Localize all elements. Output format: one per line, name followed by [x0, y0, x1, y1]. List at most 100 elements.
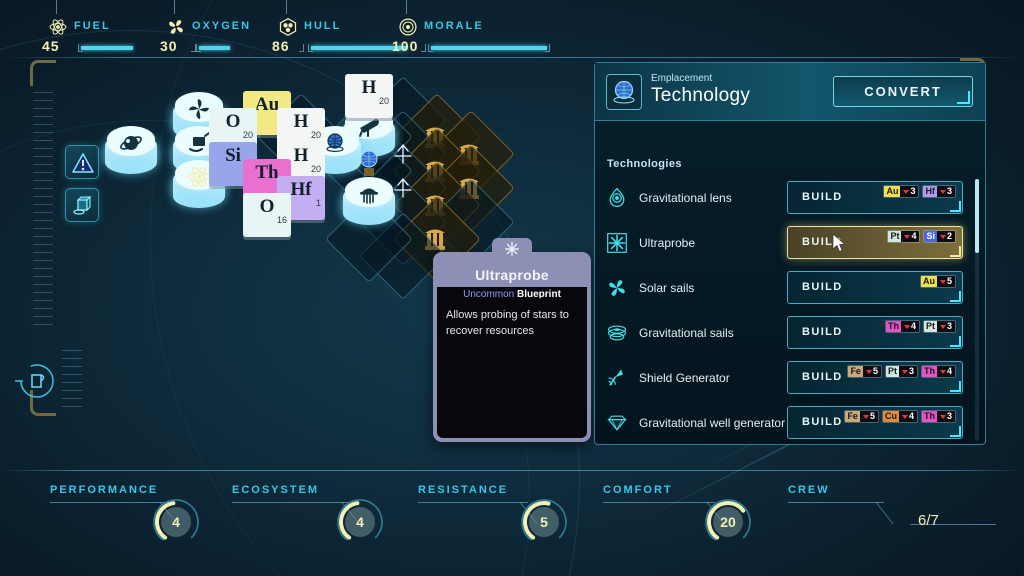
cost-list: Th 4 Pt 3 [836, 320, 956, 333]
pinwheel-icon [609, 279, 625, 296]
planet-node[interactable] [356, 149, 382, 179]
resource-stack[interactable] [105, 126, 157, 180]
resource-tick [56, 0, 57, 14]
cost-list: Fe 5 Pt 3 Th 4 [836, 365, 956, 378]
cost-down-arrow-icon [904, 234, 911, 239]
technology-panel: Emplacement Technology CONVERT Technolog… [594, 62, 986, 445]
cost-down-arrow-icon [903, 324, 910, 329]
cost-badge-Pt: Pt 4 [887, 230, 921, 243]
build-button-4[interactable]: BUILD Fe 5 Pt 3 Th 4 [787, 361, 963, 394]
resource-stack[interactable] [343, 177, 395, 231]
module-icon [73, 195, 92, 215]
technology-row[interactable]: Ultraprobe BUILD Pt 4 Si 2 [595, 220, 985, 265]
cost-list: Pt 4 Si 2 [836, 230, 956, 243]
cost-down-arrow-icon [939, 234, 946, 239]
resource-value-fuel: 45 [42, 38, 60, 54]
module-button[interactable] [65, 188, 99, 222]
cost-badge-Au: Au 3 [883, 185, 920, 198]
ripple-disc-icon [607, 324, 627, 340]
build-button-1[interactable]: BUILD Pt 4 Si 2 [787, 226, 963, 259]
stat-dial-comfort: 20 [700, 494, 756, 550]
bottom-stats-bar: PERFORMANCE 4 ECOSYSTEM 4 RESISTANCE 5 COMFORT… [0, 462, 1024, 576]
technology-scrollbar[interactable] [975, 179, 979, 441]
panel-kicker: Emplacement [651, 73, 713, 84]
technology-row[interactable]: Solar sails BUILD Au 5 [595, 265, 985, 310]
technology-row[interactable]: Gravitational lens BUILD Au 3 Hf 3 [595, 175, 985, 220]
cost-down-arrow-icon [939, 279, 946, 284]
cost-down-arrow-icon [901, 369, 908, 374]
resource-label-oxygen: OXYGEN [192, 20, 252, 32]
cost-badge-Au: Au 5 [919, 275, 956, 288]
build-button-5[interactable]: BUILD Fe 5 Cu 4 Th 3 [787, 406, 963, 439]
resource-label-hull: HULL [304, 20, 342, 32]
tooltip-title: Ultraprobe [475, 267, 549, 283]
stat-label-crew: CREW [788, 484, 830, 496]
cost-down-arrow-icon [939, 369, 946, 374]
cost-badge-Fe: Fe 5 [844, 410, 879, 423]
technology-name: Gravitational lens [639, 190, 732, 205]
cost-down-arrow-icon [903, 189, 910, 194]
cost-badge-Fe: Fe 5 [847, 365, 882, 378]
technology-list[interactable]: Gravitational lens BUILD Au 3 Hf 3 Ultraprobe B… [595, 175, 985, 444]
atom-icon [49, 19, 67, 35]
technology-icon-wrap [595, 367, 639, 389]
technology-row[interactable]: Shield Generator BUILD Fe 5 Pt 3 Th 4 [595, 355, 985, 400]
cost-badge-Th: Th 3 [920, 410, 956, 423]
stat-dial-performance: 4 [148, 494, 204, 550]
hexcell-icon [279, 17, 297, 37]
technology-row[interactable]: Gravitational sails BUILD Th 4 Pt 3 [595, 310, 985, 355]
build-button-2[interactable]: BUILD Au 5 [787, 271, 963, 304]
resource-bar-fuel [78, 44, 196, 52]
technology-row[interactable]: Gravitational well generator BUILD Fe 5 Cu 4 T… [595, 400, 985, 444]
cost-badge-Hf: Hf 3 [922, 185, 956, 198]
stat-value-comfort: 20 [720, 514, 736, 530]
cost-badge-Th: Th 4 [884, 320, 920, 333]
cargo-radial-button[interactable] [14, 358, 60, 404]
technology-icon-wrap [595, 187, 639, 209]
frame-ladder-lower [62, 350, 82, 420]
technology-name: Ultraprobe [639, 235, 696, 250]
technology-icon-wrap [595, 322, 639, 344]
link-arrow [390, 141, 416, 167]
cost-down-arrow-icon [939, 414, 946, 419]
starburst-icon [607, 232, 627, 253]
topbar-divider [0, 57, 1024, 58]
alert-button[interactable] [65, 145, 99, 179]
resource-value-oxygen: 30 [160, 38, 178, 54]
cost-badge-Pt: Pt 3 [922, 320, 956, 333]
technology-name: Gravitational well generator [639, 415, 786, 430]
lens-eye-icon [609, 187, 625, 207]
resource-value-morale: 100 [392, 38, 419, 54]
top-resource-bar: FUEL 45 OXYGEN 30 HULL 86 MORALE 100 [0, 0, 1024, 58]
frame-corner-top-left [30, 60, 56, 86]
frame-ladder-left [33, 92, 53, 382]
warning-icon [72, 153, 94, 173]
stat-dial-resistance: 5 [516, 494, 572, 550]
resource-label-morale: MORALE [424, 20, 484, 32]
gravity-well-icon [607, 415, 627, 431]
scrollbar-thumb[interactable] [975, 179, 979, 253]
cost-badge-Si: Si 2 [923, 230, 956, 243]
stat-label-performance: PERFORMANCE [50, 484, 159, 496]
planet-icon [360, 150, 378, 176]
element-tile-O[interactable]: O 16 [240, 184, 294, 246]
cost-list: Fe 5 Cu 4 Th 3 [836, 410, 956, 423]
stat-value-performance: 4 [172, 514, 180, 530]
cost-down-arrow-icon [862, 414, 869, 419]
build-button-0[interactable]: BUILD Au 3 Hf 3 [787, 181, 963, 214]
convert-button[interactable]: CONVERT [833, 76, 973, 107]
stat-value-ecosystem: 4 [356, 514, 364, 530]
cost-list: Au 5 [836, 275, 956, 288]
cargo-icon [31, 374, 42, 388]
mouse-cursor [832, 233, 846, 252]
panel-header: Emplacement Technology CONVERT [595, 63, 985, 121]
planet-scan-icon [120, 136, 142, 150]
element-tile-H[interactable]: H 20 [342, 65, 396, 127]
cost-badge-Pt: Pt 3 [884, 365, 918, 378]
blueprint-tooltip: Ultraprobe Uncommon Blueprint Allows pro… [433, 238, 591, 442]
cost-down-arrow-icon [939, 189, 946, 194]
resource-value-hull: 86 [272, 38, 290, 54]
build-button-3[interactable]: BUILD Th 4 Pt 3 [787, 316, 963, 349]
panel-title: Technology [651, 85, 751, 106]
stat-label-resistance: RESISTANCE [418, 484, 509, 496]
